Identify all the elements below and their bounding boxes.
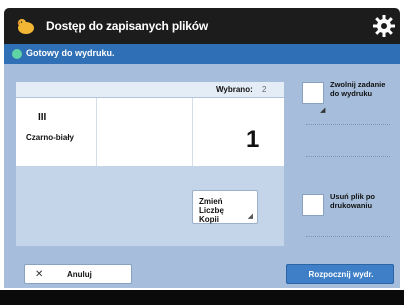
corner-arrow-icon: ◢: [320, 107, 326, 114]
gear-icon[interactable]: [372, 14, 396, 38]
release-job-label: Zwolnij zadanie do wydruku: [330, 80, 386, 98]
color-mode-icon: III: [38, 112, 47, 123]
start-print-button[interactable]: Rozpocznij wydr.: [286, 264, 394, 284]
dotted-divider: [306, 124, 390, 125]
cancel-label: Anuluj: [67, 270, 92, 279]
status-bar: Gotowy do wydruku.: [4, 44, 400, 64]
duck-logo-icon: [17, 19, 34, 34]
column-divider: [192, 98, 193, 166]
change-copies-button[interactable]: Zmień Liczbę Kopii ◢: [192, 190, 258, 224]
copies-count: 1: [246, 126, 260, 153]
card-header: Wybrano: 2: [16, 82, 284, 98]
action-bar: ✕ Anuluj Rozpocznij wydr.: [4, 260, 400, 288]
selected-files-card: Wybrano: 2 III Czarno-biały 1: [16, 82, 284, 166]
app-window: Dostęp do zapisanych plików Gotowy do wy…: [0, 0, 404, 305]
header-bar: Dostęp do zapisanych plików: [4, 8, 400, 44]
options-panel: Zwolnij zadanie do wydruku ◢ Usuń plik p…: [296, 72, 400, 252]
corner-arrow-icon: ◢: [247, 213, 253, 220]
column-divider: [96, 98, 97, 166]
copies-panel: Wybrano: 2 III Czarno-biały 1 Zmień Licz…: [16, 82, 284, 246]
cancel-button[interactable]: ✕ Anuluj: [24, 264, 132, 284]
status-indicator-icon: [12, 49, 22, 59]
page-title: Dostęp do zapisanych plików: [46, 19, 208, 33]
selected-count: 2: [262, 85, 267, 94]
release-job-option[interactable]: Zwolnij zadanie do wydruku ◢: [296, 76, 400, 116]
start-print-label: Rozpocznij wydr.: [308, 270, 374, 279]
dotted-divider: [306, 156, 390, 157]
delete-after-print-option[interactable]: Usuń plik po drukowaniu: [296, 188, 400, 228]
footer-bar: [0, 290, 404, 305]
dotted-divider: [306, 236, 390, 237]
checkbox-icon[interactable]: [302, 82, 324, 104]
color-mode-label: Czarno-biały: [26, 133, 75, 142]
close-icon: ✕: [35, 269, 44, 280]
main-area: Wybrano: 2 III Czarno-biały 1 Zmień Licz…: [4, 64, 400, 260]
change-copies-label: Zmień Liczbę Kopii: [199, 197, 224, 224]
delete-after-print-label: Usuń plik po drukowaniu: [330, 192, 375, 210]
status-message: Gotowy do wydruku.: [26, 48, 115, 58]
checkbox-icon[interactable]: [302, 194, 324, 216]
selected-label: Wybrano:: [216, 85, 253, 94]
